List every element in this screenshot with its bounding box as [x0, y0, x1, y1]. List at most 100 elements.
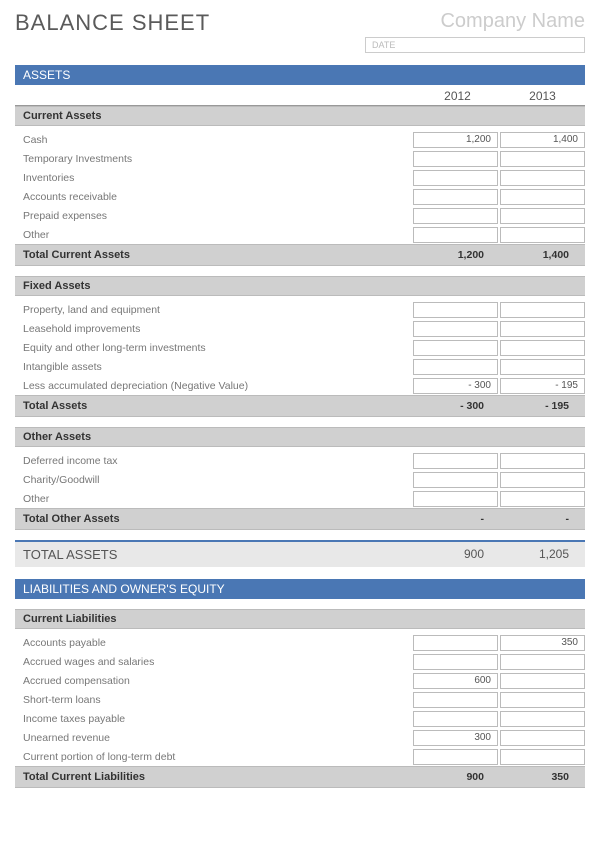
- date-input[interactable]: DATE: [365, 37, 585, 53]
- line-item-label: Equity and other long-term investments: [23, 342, 411, 354]
- line-item: Income taxes payable: [15, 709, 585, 728]
- value-cell-year2[interactable]: 350: [500, 635, 585, 651]
- total-assets-row: TOTAL ASSETS 900 1,205: [15, 540, 585, 567]
- line-item-label: Deferred income tax: [23, 455, 411, 467]
- line-item-label: Inventories: [23, 172, 411, 184]
- value-cell-year1[interactable]: [413, 227, 498, 243]
- line-item-label: Less accumulated depreciation (Negative …: [23, 380, 411, 392]
- value-cell-year1[interactable]: 300: [413, 730, 498, 746]
- value-cell-year1[interactable]: [413, 151, 498, 167]
- line-item-label: Accounts receivable: [23, 191, 411, 203]
- value-cell-year2[interactable]: [500, 453, 585, 469]
- line-item-label: Other: [23, 229, 411, 241]
- value-cell-year2[interactable]: [500, 749, 585, 765]
- value-cell-year2[interactable]: [500, 673, 585, 689]
- total-fixed-assets: Total Assets - 300 - 195: [15, 395, 585, 417]
- value-cell-year1[interactable]: 600: [413, 673, 498, 689]
- value-cell-year2[interactable]: [500, 359, 585, 375]
- line-item-label: Income taxes payable: [23, 713, 411, 725]
- line-item: Property, land and equipment: [15, 300, 585, 319]
- line-item: Accrued compensation600: [15, 671, 585, 690]
- line-item: Temporary Investments: [15, 149, 585, 168]
- value-cell-year1[interactable]: [413, 321, 498, 337]
- value-cell-year1[interactable]: [413, 453, 498, 469]
- line-item: Inventories: [15, 168, 585, 187]
- year-header-row: 2012 2013: [15, 85, 585, 106]
- line-item-label: Cash: [23, 134, 411, 146]
- value-cell-year1[interactable]: [413, 711, 498, 727]
- value-cell-year2[interactable]: [500, 302, 585, 318]
- line-item-label: Unearned revenue: [23, 732, 411, 744]
- total-other-assets: Total Other Assets - -: [15, 508, 585, 530]
- value-cell-year1[interactable]: [413, 472, 498, 488]
- value-cell-year2[interactable]: - 195: [500, 378, 585, 394]
- value-cell-year1[interactable]: [413, 208, 498, 224]
- value-cell-year1[interactable]: [413, 654, 498, 670]
- other-assets-header: Other Assets: [15, 427, 585, 447]
- line-item: Less accumulated depreciation (Negative …: [15, 376, 585, 395]
- value-cell-year1[interactable]: [413, 635, 498, 651]
- value-cell-year1[interactable]: 1,200: [413, 132, 498, 148]
- line-item-label: Temporary Investments: [23, 153, 411, 165]
- value-cell-year2[interactable]: [500, 189, 585, 205]
- value-cell-year1[interactable]: [413, 749, 498, 765]
- value-cell-year2[interactable]: [500, 208, 585, 224]
- current-assets-header: Current Assets: [15, 106, 585, 126]
- line-item: Deferred income tax: [15, 451, 585, 470]
- total-current-assets: Total Current Assets 1,200 1,400: [15, 244, 585, 266]
- value-cell-year2[interactable]: [500, 472, 585, 488]
- line-item: Intangible assets: [15, 357, 585, 376]
- other-assets-rows: Deferred income tax Charity/Goodwill Other: [15, 447, 585, 508]
- line-item-label: Accrued compensation: [23, 675, 411, 687]
- value-cell-year2[interactable]: [500, 711, 585, 727]
- fixed-assets-header: Fixed Assets: [15, 276, 585, 296]
- value-cell-year2[interactable]: [500, 170, 585, 186]
- document-header: BALANCE SHEET Company Name DATE: [15, 10, 585, 53]
- value-cell-year2[interactable]: [500, 321, 585, 337]
- value-cell-year1[interactable]: [413, 359, 498, 375]
- line-item-label: Intangible assets: [23, 361, 411, 373]
- company-name-placeholder[interactable]: Company Name: [365, 10, 585, 33]
- value-cell-year1[interactable]: [413, 189, 498, 205]
- year-2: 2013: [500, 89, 585, 103]
- value-cell-year1[interactable]: [413, 302, 498, 318]
- value-cell-year2[interactable]: [500, 730, 585, 746]
- year-1: 2012: [415, 89, 500, 103]
- line-item: Other: [15, 225, 585, 244]
- line-item: Accounts payable 350: [15, 633, 585, 652]
- total-current-liabilities: Total Current Liabilities 900 350: [15, 766, 585, 788]
- value-cell-year2[interactable]: [500, 491, 585, 507]
- line-item-label: Current portion of long-term debt: [23, 751, 411, 763]
- current-liabilities-rows: Accounts payable 350 Accrued wages and sal…: [15, 629, 585, 766]
- line-item-label: Other: [23, 493, 411, 505]
- line-item: Other: [15, 489, 585, 508]
- line-item: Current portion of long-term debt: [15, 747, 585, 766]
- value-cell-year1[interactable]: [413, 340, 498, 356]
- line-item-label: Accounts payable: [23, 637, 411, 649]
- line-item-label: Accrued wages and salaries: [23, 656, 411, 668]
- line-item: Equity and other long-term investments: [15, 338, 585, 357]
- value-cell-year1[interactable]: [413, 170, 498, 186]
- value-cell-year2[interactable]: [500, 654, 585, 670]
- value-cell-year2[interactable]: 1,400: [500, 132, 585, 148]
- line-item-label: Property, land and equipment: [23, 304, 411, 316]
- value-cell-year2[interactable]: [500, 692, 585, 708]
- value-cell-year1[interactable]: [413, 692, 498, 708]
- line-item-label: Leasehold improvements: [23, 323, 411, 335]
- line-item-label: Prepaid expenses: [23, 210, 411, 222]
- current-assets-rows: Cash1,2001,400 Temporary Investments Inven…: [15, 126, 585, 244]
- line-item: Leasehold improvements: [15, 319, 585, 338]
- page-title: BALANCE SHEET: [15, 10, 210, 36]
- fixed-assets-rows: Property, land and equipment Leasehold im…: [15, 296, 585, 395]
- value-cell-year1[interactable]: - 300: [413, 378, 498, 394]
- line-item: Short-term loans: [15, 690, 585, 709]
- liabilities-section-header: LIABILITIES AND OWNER'S EQUITY: [15, 579, 585, 599]
- line-item-label: Short-term loans: [23, 694, 411, 706]
- value-cell-year2[interactable]: [500, 227, 585, 243]
- value-cell-year2[interactable]: [500, 340, 585, 356]
- value-cell-year1[interactable]: [413, 491, 498, 507]
- line-item-label: Charity/Goodwill: [23, 474, 411, 486]
- line-item: Accounts receivable: [15, 187, 585, 206]
- line-item: Accrued wages and salaries: [15, 652, 585, 671]
- value-cell-year2[interactable]: [500, 151, 585, 167]
